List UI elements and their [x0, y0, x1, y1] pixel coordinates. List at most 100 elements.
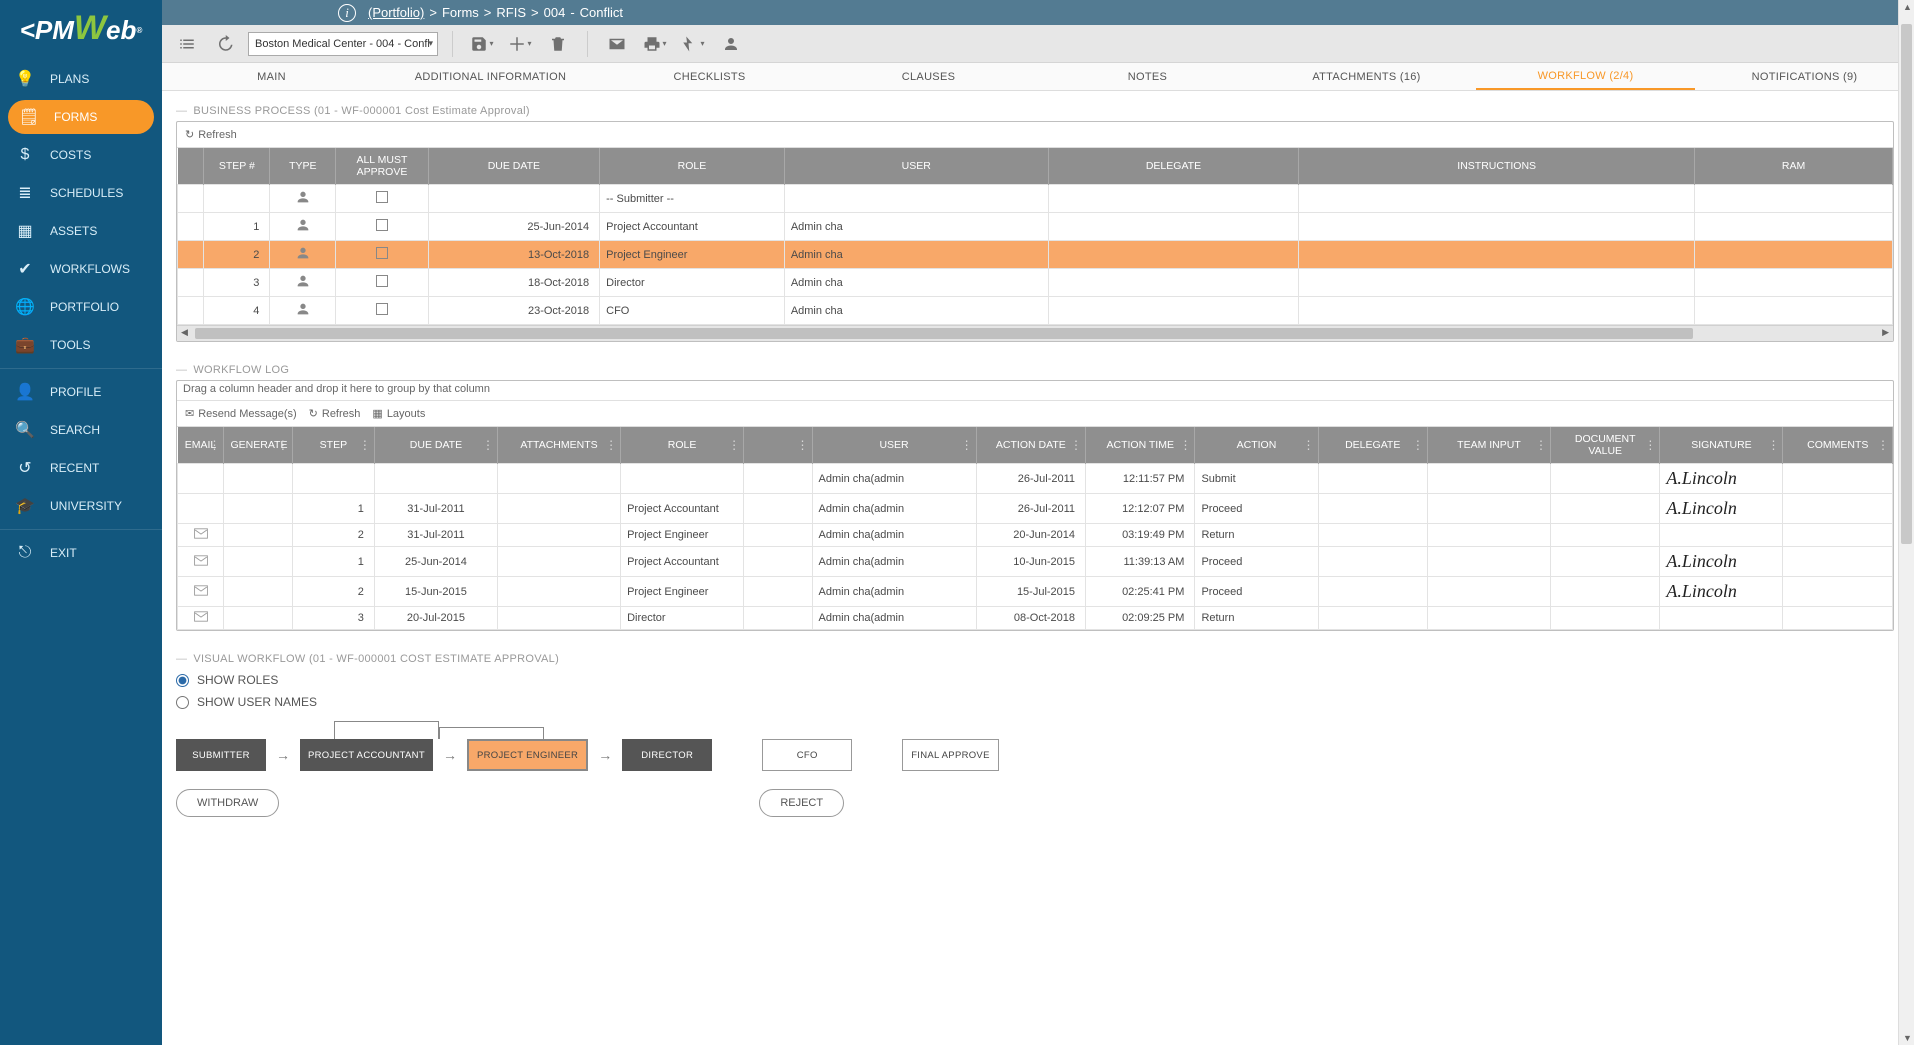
print-icon[interactable]: ▾ — [640, 30, 670, 58]
list-icon[interactable] — [172, 30, 202, 58]
checkbox-icon[interactable] — [376, 303, 388, 315]
table-row[interactable]: 320-Jul-2015DirectorAdmin cha(admin08-Oc… — [178, 607, 1893, 630]
col-header[interactable]: GENERATE⋮ — [224, 427, 292, 464]
col-header[interactable]: COMMENTS⋮ — [1783, 427, 1893, 464]
vertical-scrollbar[interactable]: ▲▼ — [1898, 0, 1914, 1045]
sidebar-item-profile[interactable]: 👤PROFILE — [0, 373, 162, 411]
col-header[interactable]: ACTION TIME⋮ — [1086, 427, 1195, 464]
flow-box-project-engineer[interactable]: PROJECT ENGINEER — [467, 739, 588, 771]
email-icon[interactable] — [602, 30, 632, 58]
table-row[interactable]: 213-Oct-2018Project EngineerAdmin cha — [178, 241, 1893, 269]
col-header[interactable]: ACTION DATE⋮ — [976, 427, 1085, 464]
col-header[interactable]: ATTACHMENTS⋮ — [497, 427, 620, 464]
sidebar-item-tools[interactable]: 💼TOOLS — [0, 326, 162, 364]
tab-checklists[interactable]: CHECKLISTS — [600, 63, 819, 90]
sidebar-item-assets[interactable]: ▦ASSETS — [0, 212, 162, 250]
business-process-panel: ↻ Refresh STEP #TYPEALL MUST APPROVEDUE … — [176, 121, 1894, 342]
sidebar-item-plans[interactable]: 💡PLANS — [0, 60, 162, 98]
col-header[interactable]: ROLE⋮ — [621, 427, 744, 464]
col-header[interactable]: USER⋮ — [812, 427, 976, 464]
flow-box-project-accountant[interactable]: PROJECT ACCOUNTANT — [300, 739, 433, 771]
table-row[interactable]: -- Submitter -- — [178, 185, 1893, 213]
col-header[interactable]: TYPE — [270, 148, 336, 185]
col-header[interactable]: DUE DATE⋮ — [374, 427, 497, 464]
tab-notes[interactable]: NOTES — [1038, 63, 1257, 90]
section-visual-workflow-label: VISUAL WORKFLOW (01 - WF-000001 COST EST… — [176, 653, 1894, 665]
col-header[interactable]: STEP # — [204, 148, 270, 185]
col-header[interactable]: ROLE — [600, 148, 785, 185]
resend-button[interactable]: ✉ Resend Message(s) — [185, 407, 297, 420]
tab-additional-information[interactable]: ADDITIONAL INFORMATION — [381, 63, 600, 90]
col-header[interactable]: EMAIL⋮ — [178, 427, 224, 464]
show-roles-radio[interactable]: SHOW ROLES — [176, 673, 1894, 687]
breadcrumb-portfolio[interactable]: (Portfolio) — [368, 5, 424, 20]
sidebar-item-portfolio[interactable]: 🌐PORTFOLIO — [0, 288, 162, 326]
checkbox-icon[interactable] — [376, 247, 388, 259]
horizontal-scrollbar[interactable] — [177, 325, 1893, 341]
add-icon[interactable]: ▾ — [505, 30, 535, 58]
col-header[interactable]: USER — [784, 148, 1048, 185]
col-header[interactable]: DELEGATE⋮ — [1318, 427, 1427, 464]
table-row[interactable]: Admin cha(admin26-Jul-201112:11:57 PMSub… — [178, 464, 1893, 494]
user-icon[interactable] — [716, 30, 746, 58]
save-icon[interactable]: ▾ — [467, 30, 497, 58]
layouts-button[interactable]: ▦ Layouts — [372, 407, 425, 420]
tab-main[interactable]: MAIN — [162, 63, 381, 90]
action-icon[interactable]: ▾ — [678, 30, 708, 58]
col-header[interactable]: SIGNATURE⋮ — [1660, 427, 1783, 464]
flow-box-cfo[interactable]: CFO — [762, 739, 852, 771]
col-header[interactable]: ⋮ — [744, 427, 812, 464]
exit-icon: ⎋ — [14, 544, 36, 562]
sidebar-item-label: WORKFLOWS — [50, 262, 130, 276]
info-icon[interactable]: i — [338, 4, 356, 22]
col-header[interactable]: DUE DATE — [428, 148, 600, 185]
flow-box-final-approve[interactable]: FINAL APPROVE — [902, 739, 999, 771]
history-icon[interactable] — [210, 30, 240, 58]
resend-label: Resend Message(s) — [198, 408, 296, 420]
checkbox-icon[interactable] — [376, 219, 388, 231]
table-row[interactable]: 125-Jun-2014Project AccountantAdmin cha — [178, 213, 1893, 241]
table-row[interactable]: 215-Jun-2015Project EngineerAdmin cha(ad… — [178, 577, 1893, 607]
checkbox-icon[interactable] — [376, 275, 388, 287]
table-row[interactable]: 423-Oct-2018CFOAdmin cha — [178, 297, 1893, 325]
sidebar-item-workflows[interactable]: ✔WORKFLOWS — [0, 250, 162, 288]
tab-attachments-16-[interactable]: ATTACHMENTS (16) — [1257, 63, 1476, 90]
withdraw-button[interactable]: WITHDRAW — [176, 789, 279, 817]
sidebar-item-costs[interactable]: $COSTS — [0, 136, 162, 174]
table-row[interactable]: 318-Oct-2018DirectorAdmin cha — [178, 269, 1893, 297]
tab-notifications-9-[interactable]: NOTIFICATIONS (9) — [1695, 63, 1914, 90]
breadcrumb-forms[interactable]: Forms — [442, 5, 479, 20]
sidebar-item-label: PLANS — [50, 72, 89, 86]
sidebar-item-forms[interactable]: 🗒FORMS — [8, 100, 154, 134]
tab-clauses[interactable]: CLAUSES — [819, 63, 1038, 90]
col-header[interactable]: DOCUMENT VALUE⋮ — [1551, 427, 1660, 464]
checkbox-icon[interactable] — [376, 191, 388, 203]
tab-workflow-2-4-[interactable]: WORKFLOW (2/4) — [1476, 63, 1695, 90]
table-row[interactable]: 125-Jun-2014Project AccountantAdmin cha(… — [178, 547, 1893, 577]
sidebar-item-search[interactable]: 🔍SEARCH — [0, 411, 162, 449]
col-header[interactable]: ACTION⋮ — [1195, 427, 1318, 464]
sidebar-item-exit[interactable]: ⎋ EXIT — [0, 534, 162, 572]
col-header[interactable]: STEP⋮ — [292, 427, 374, 464]
sidebar-item-label: SCHEDULES — [50, 186, 123, 200]
sidebar-item-recent[interactable]: ↺RECENT — [0, 449, 162, 487]
col-header[interactable]: INSTRUCTIONS — [1299, 148, 1695, 185]
col-header[interactable]: RAM — [1695, 148, 1893, 185]
record-selector-combo[interactable]: Boston Medical Center - 004 - Confl — [248, 32, 438, 56]
show-users-radio[interactable]: SHOW USER NAMES — [176, 695, 1894, 709]
flow-box-submitter[interactable]: SUBMITTER — [176, 739, 266, 771]
col-header[interactable]: ALL MUST APPROVE — [336, 148, 428, 185]
refresh-button[interactable]: ↻ Refresh — [185, 128, 237, 141]
table-row[interactable]: 231-Jul-2011Project EngineerAdmin cha(ad… — [178, 524, 1893, 547]
sidebar-item-schedules[interactable]: ≣SCHEDULES — [0, 174, 162, 212]
delete-icon[interactable] — [543, 30, 573, 58]
breadcrumb-rfis[interactable]: RFIS — [496, 5, 526, 20]
col-header[interactable]: DELEGATE — [1048, 148, 1299, 185]
reject-button[interactable]: REJECT — [759, 789, 844, 817]
flow-box-director[interactable]: DIRECTOR — [622, 739, 712, 771]
refresh-log-button[interactable]: ↻ Refresh — [309, 407, 361, 420]
group-drop-area[interactable]: Drag a column header and drop it here to… — [177, 381, 1893, 401]
col-header[interactable]: TEAM INPUT⋮ — [1427, 427, 1550, 464]
table-row[interactable]: 131-Jul-2011Project AccountantAdmin cha(… — [178, 494, 1893, 524]
sidebar-item-university[interactable]: 🎓UNIVERSITY — [0, 487, 162, 525]
